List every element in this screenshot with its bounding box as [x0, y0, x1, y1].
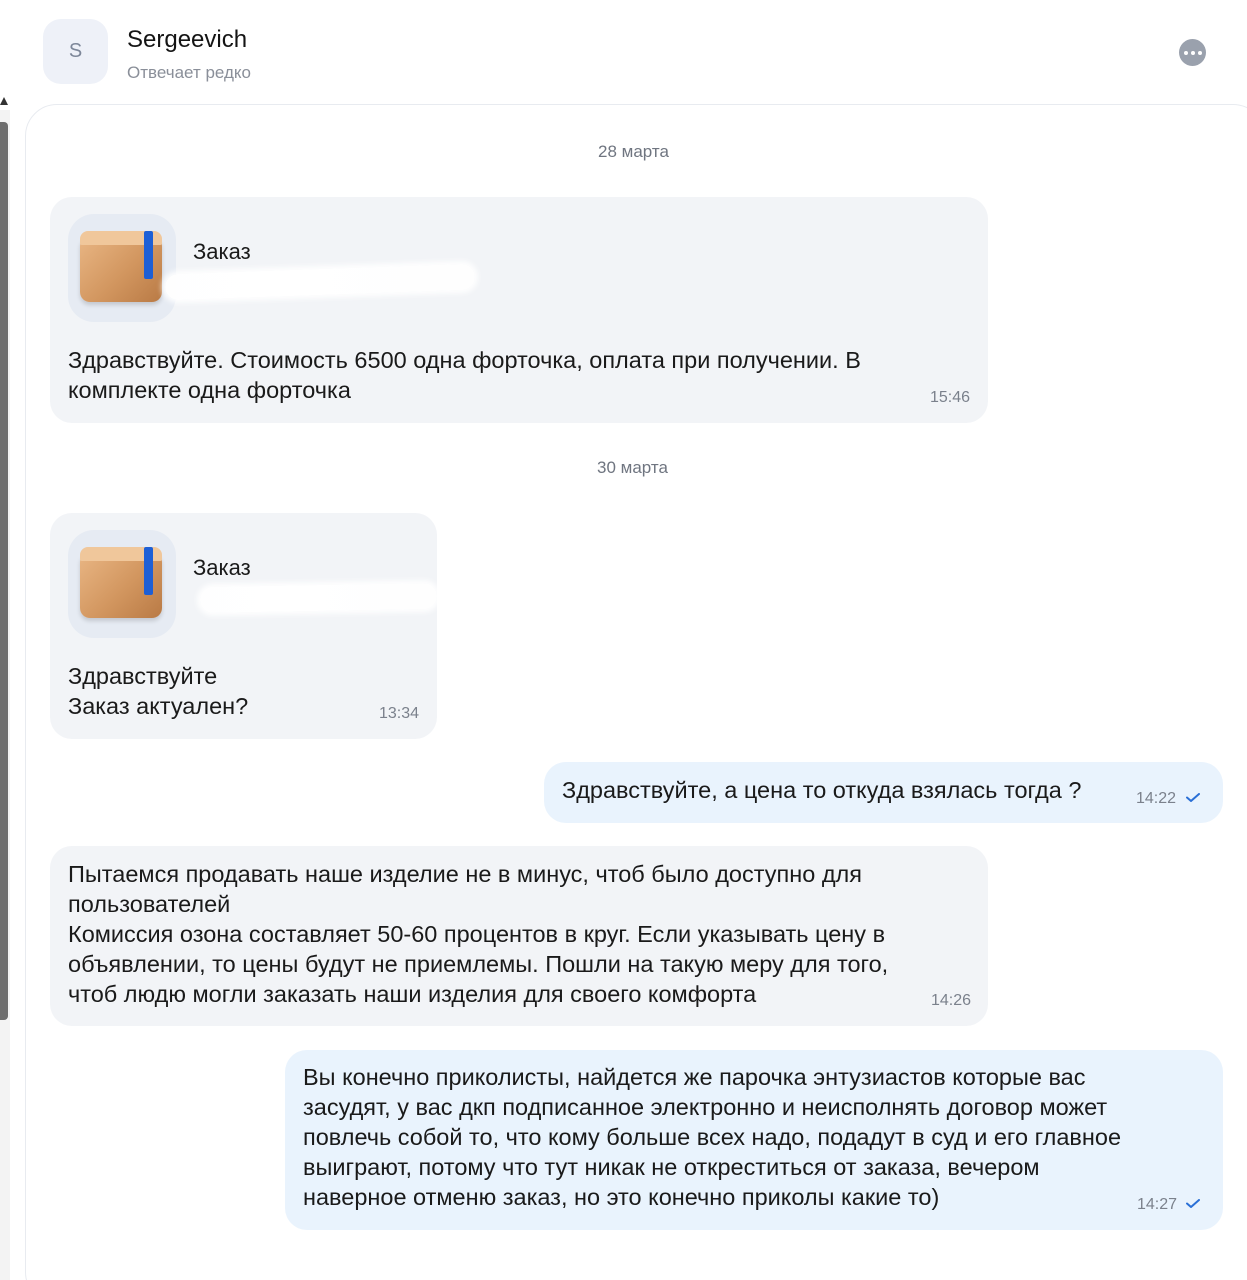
read-check-icon — [1186, 793, 1200, 802]
message-text: Здравствуйте. Стоимость 6500 одна форточ… — [68, 347, 861, 403]
message-text: Здравствуйте Заказ актуален? — [68, 663, 249, 719]
message-incoming[interactable]: Заказ Здравствуйте Заказ актуален? 13:34 — [50, 513, 438, 739]
contact-status: Отвечает редко — [127, 63, 251, 82]
message-incoming[interactable]: Заказ Здравствуйте. Стоимость 6500 одна … — [50, 197, 988, 423]
message-time: 14:22 — [1136, 790, 1177, 807]
message-outgoing[interactable]: Вы конечно приколисты, найдется же пароч… — [285, 1050, 1223, 1230]
message-text: Пытаемся продавать наше изделие не в мин… — [68, 861, 889, 1007]
order-card-thumbnail[interactable] — [68, 214, 176, 322]
message-outgoing[interactable]: Здравствуйте, а цена то откуда взялась т… — [544, 762, 1223, 823]
message-text: Вы конечно приколисты, найдется же пароч… — [303, 1064, 1122, 1210]
avatar[interactable]: S — [43, 19, 108, 84]
order-card-thumbnail[interactable] — [68, 530, 176, 638]
chat-header: S Sergeevich Отвечает редко — [0, 0, 1247, 104]
date-separator: 28 марта — [598, 142, 669, 161]
message-time: 14:26 — [931, 992, 972, 1009]
message-time: 13:34 — [379, 705, 420, 722]
contact-name[interactable]: Sergeevich — [127, 26, 247, 54]
scroll-up-arrow-icon[interactable] — [0, 97, 8, 105]
message-incoming[interactable]: Пытаемся продавать наше изделие не в мин… — [50, 846, 988, 1026]
order-title[interactable]: Заказ — [193, 239, 251, 265]
redacted-order-number — [164, 263, 476, 301]
more-dots-icon[interactable] — [1179, 39, 1206, 66]
scrollbar-thumb[interactable] — [0, 122, 8, 1020]
message-text: Здравствуйте, а цена то откуда взялась т… — [562, 777, 1082, 803]
date-separator: 30 марта — [597, 458, 668, 477]
redacted-order-number — [199, 582, 438, 614]
read-check-icon — [1186, 1199, 1200, 1208]
chat-screen: S Sergeevich Отвечает редко 28 марта Зак… — [0, 0, 1247, 1280]
message-time: 14:27 — [1137, 1196, 1178, 1213]
message-time: 15:46 — [930, 389, 971, 406]
order-title[interactable]: Заказ — [193, 555, 251, 581]
